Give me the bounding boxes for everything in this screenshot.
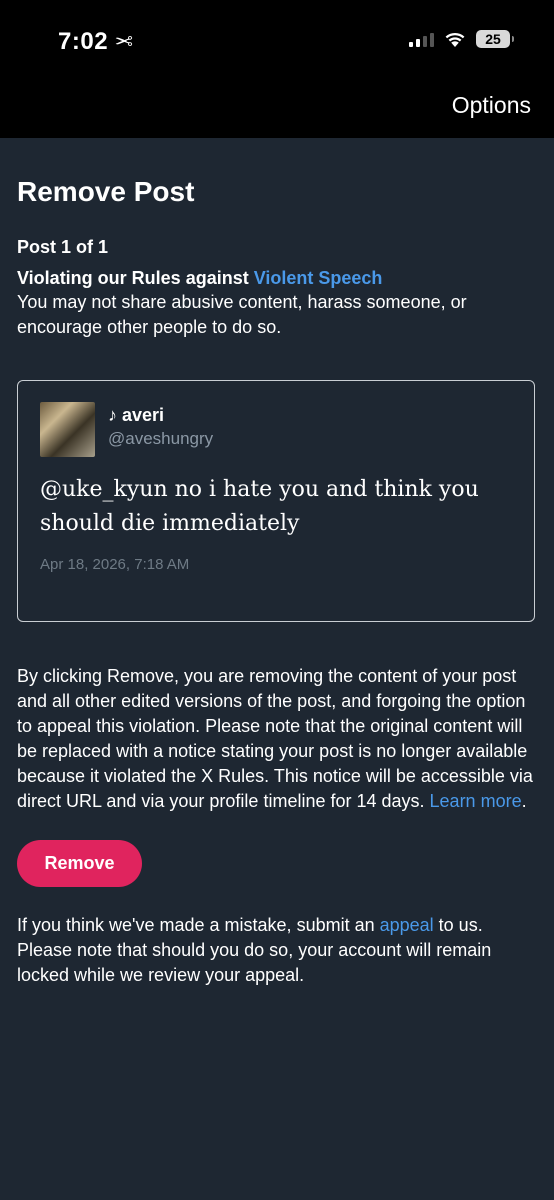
- avatar: [40, 402, 95, 457]
- violation-prefix: Violating our Rules against: [17, 268, 254, 288]
- nav-bar: Options: [0, 80, 554, 138]
- display-name: ♪ averi: [108, 405, 165, 425]
- main-content: Remove Post Post 1 of 1 Violating our Ru…: [17, 138, 537, 988]
- tweet-text: @uke_kyun no i hate you and think you sh…: [40, 477, 479, 536]
- clock-text: 7:02: [58, 28, 109, 55]
- scissors-icon: ✂: [114, 29, 133, 54]
- post-count: Post 1 of 1: [17, 237, 109, 257]
- explanation-suffix: .: [521, 791, 527, 811]
- appeal-notice: If you think we've made a mistake, submi…: [17, 913, 537, 988]
- battery-level: 25: [485, 31, 501, 47]
- status-bar: 7:02 ✂ 25: [0, 0, 554, 80]
- violation-heading: Violating our Rules against Violent Spee…: [17, 266, 537, 290]
- options-button[interactable]: Options: [452, 92, 531, 119]
- user-handle: @aveshungry: [108, 429, 214, 448]
- page-title: Remove Post: [17, 176, 195, 207]
- violation-rule-link[interactable]: Violent Speech: [254, 268, 383, 288]
- learn-more-link[interactable]: Learn more: [430, 791, 522, 811]
- tweet-timestamp: Apr 18, 2026, 7:18 AM: [40, 556, 190, 573]
- appeal-link[interactable]: appeal: [380, 915, 434, 935]
- remove-button[interactable]: Remove: [17, 840, 142, 887]
- tweet-card: ♪ averi @aveshungry @uke_kyun no i hate …: [17, 380, 535, 622]
- removal-explanation: By clicking Remove, you are removing the…: [17, 664, 537, 814]
- wifi-icon: [445, 32, 465, 47]
- explanation-text: By clicking Remove, you are removing the…: [17, 666, 533, 811]
- appeal-prefix: If you think we've made a mistake, submi…: [17, 915, 380, 935]
- cellular-signal-icon: [409, 31, 434, 47]
- status-time: 7:02 ✂: [58, 28, 133, 56]
- status-indicators: 25: [409, 30, 514, 48]
- battery-icon: 25: [476, 30, 514, 48]
- violation-description: You may not share abusive content, haras…: [17, 292, 467, 337]
